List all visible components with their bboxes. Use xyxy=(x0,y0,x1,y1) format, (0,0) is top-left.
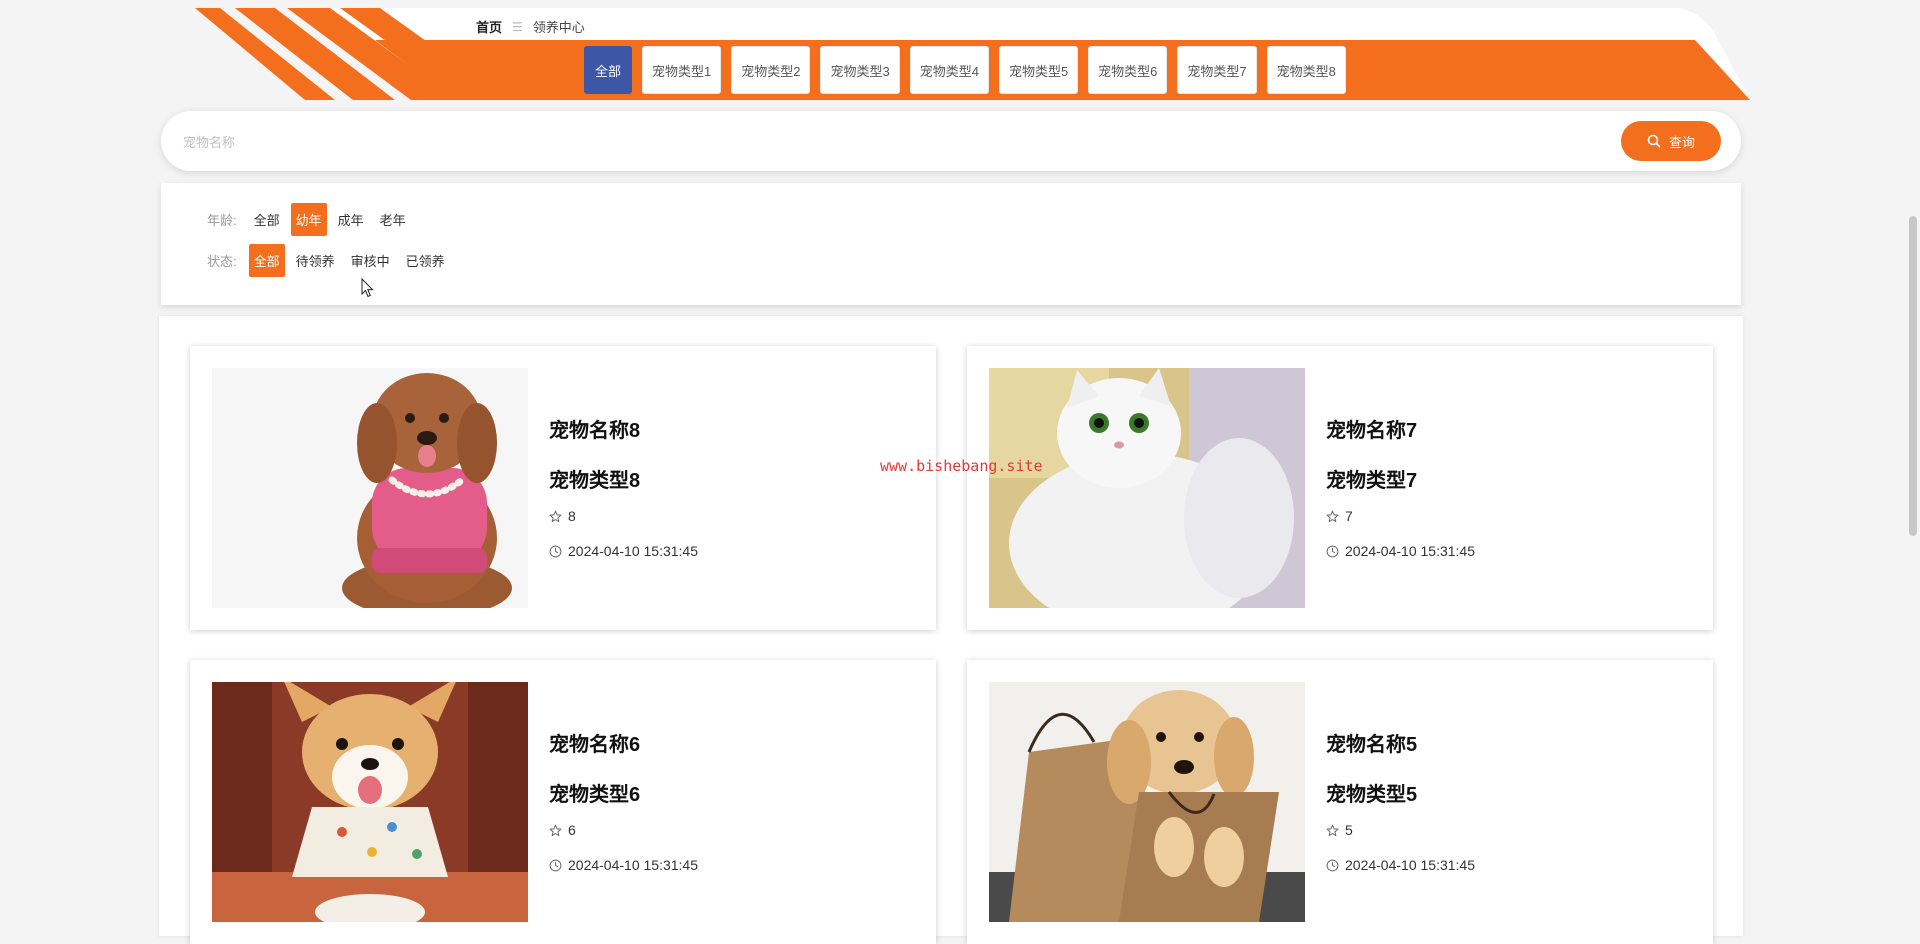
star-icon xyxy=(1326,824,1339,836)
pet-name: 宠物名称7 xyxy=(1326,420,1418,442)
pet-type: 宠物类型5 xyxy=(1326,784,1418,806)
clock-icon xyxy=(1326,545,1339,557)
type-tab-7[interactable]: 宠物类型7 xyxy=(1177,46,1257,94)
pet-time-value: 2024-04-10 15:31:45 xyxy=(1345,543,1475,559)
pet-time: 2024-04-10 15:31:45 xyxy=(549,543,698,559)
breadcrumb-current: 领养中心 xyxy=(532,20,585,35)
scrollbar-track[interactable] xyxy=(1906,0,1920,916)
clock-icon xyxy=(549,545,562,557)
age-option-adult[interactable]: 成年 xyxy=(333,203,369,236)
pet-type-tabs: 全部 宠物类型1 宠物类型2 宠物类型3 宠物类型4 宠物类型5 宠物类型6 宠… xyxy=(584,46,1346,94)
star-icon xyxy=(549,824,562,836)
type-tab-3[interactable]: 宠物类型3 xyxy=(820,46,900,94)
pet-card[interactable]: 宠物名称8 宠物类型8 8 2024-04-10 15:31:45 xyxy=(190,346,936,630)
pet-photo[interactable] xyxy=(989,368,1305,608)
pet-time: 2024-04-10 15:31:45 xyxy=(1326,543,1475,559)
pet-likes-count: 6 xyxy=(568,822,576,838)
pet-list: 宠物名称8 宠物类型8 8 2024-04-10 15:31:45 宠物名称7 … xyxy=(159,316,1743,944)
type-tab-all[interactable]: 全部 xyxy=(584,46,632,94)
breadcrumb: 首页 ☰ 领养中心 xyxy=(476,17,585,36)
search-icon xyxy=(1647,134,1661,148)
pet-likes: 6 xyxy=(549,822,576,838)
pet-photo[interactable] xyxy=(989,682,1305,922)
filter-panel: 年龄: 全部 幼年 成年 老年 状态: 全部 待领养 审核中 已领养 xyxy=(161,183,1741,305)
pet-photo[interactable] xyxy=(212,368,528,608)
pet-name: 宠物名称8 xyxy=(549,420,641,442)
pet-time: 2024-04-10 15:31:45 xyxy=(549,857,698,873)
mouse-cursor-icon xyxy=(361,278,374,298)
search-bar: 查询 xyxy=(161,111,1741,171)
type-tab-1[interactable]: 宠物类型1 xyxy=(642,46,722,94)
pet-time-value: 2024-04-10 15:31:45 xyxy=(568,857,698,873)
pet-time: 2024-04-10 15:31:45 xyxy=(1326,857,1475,873)
status-filter-row: 状态: 全部 待领养 审核中 已领养 xyxy=(207,244,450,277)
search-button[interactable]: 查询 xyxy=(1621,121,1721,161)
scrollbar-thumb[interactable] xyxy=(1909,216,1917,536)
cat-photo xyxy=(989,368,1305,608)
pet-photo[interactable] xyxy=(212,682,528,922)
pet-card[interactable]: 宠物名称5 宠物类型5 5 2024-04-10 15:31:45 xyxy=(967,660,1713,944)
watermark: www.bishebang.site xyxy=(880,457,1043,475)
age-filter-row: 年龄: 全部 幼年 成年 老年 xyxy=(207,203,411,236)
age-filter-label: 年龄: xyxy=(207,213,237,228)
clock-icon xyxy=(549,859,562,871)
pet-type: 宠物类型6 xyxy=(549,784,641,806)
star-icon xyxy=(1326,510,1339,522)
pet-card[interactable]: 宠物名称7 宠物类型7 7 2024-04-10 15:31:45 xyxy=(967,346,1713,630)
type-tab-4[interactable]: 宠物类型4 xyxy=(909,46,989,94)
type-tab-8[interactable]: 宠物类型8 xyxy=(1266,46,1346,94)
pet-type: 宠物类型8 xyxy=(549,470,641,492)
status-option-reviewing[interactable]: 审核中 xyxy=(346,244,395,277)
golden-puppy-photo xyxy=(989,682,1305,922)
pet-likes: 8 xyxy=(549,508,576,524)
pet-card[interactable]: 宠物名称6 宠物类型6 6 2024-04-10 15:31:45 xyxy=(190,660,936,944)
pet-likes: 7 xyxy=(1326,508,1353,524)
pet-likes: 5 xyxy=(1326,822,1353,838)
status-option-all[interactable]: 全部 xyxy=(248,244,285,277)
type-tab-5[interactable]: 宠物类型5 xyxy=(998,46,1079,94)
type-tab-6[interactable]: 宠物类型6 xyxy=(1088,46,1168,94)
type-tab-2[interactable]: 宠物类型2 xyxy=(731,46,811,94)
breadcrumb-home-link[interactable]: 首页 xyxy=(476,17,502,36)
poodle-photo xyxy=(212,368,528,608)
pet-likes-count: 5 xyxy=(1345,822,1353,838)
pet-time-value: 2024-04-10 15:31:45 xyxy=(568,543,698,559)
pet-likes-count: 8 xyxy=(568,508,576,524)
search-input[interactable] xyxy=(181,126,1565,158)
star-icon xyxy=(549,510,562,522)
breadcrumb-separator: ☰ xyxy=(512,19,523,34)
pet-type: 宠物类型7 xyxy=(1326,470,1418,492)
status-option-adopted[interactable]: 已领养 xyxy=(401,244,450,277)
status-filter-label: 状态: xyxy=(207,254,237,269)
age-option-senior[interactable]: 老年 xyxy=(375,203,411,236)
age-option-young[interactable]: 幼年 xyxy=(290,203,327,236)
age-option-all[interactable]: 全部 xyxy=(249,203,285,236)
pet-name: 宠物名称5 xyxy=(1326,734,1418,756)
pet-name: 宠物名称6 xyxy=(549,734,641,756)
clock-icon xyxy=(1326,859,1339,871)
pet-likes-count: 7 xyxy=(1345,508,1353,524)
search-button-label: 查询 xyxy=(1668,134,1695,150)
corgi-photo xyxy=(212,682,528,922)
pet-time-value: 2024-04-10 15:31:45 xyxy=(1345,857,1475,873)
status-option-pending[interactable]: 待领养 xyxy=(291,244,340,277)
